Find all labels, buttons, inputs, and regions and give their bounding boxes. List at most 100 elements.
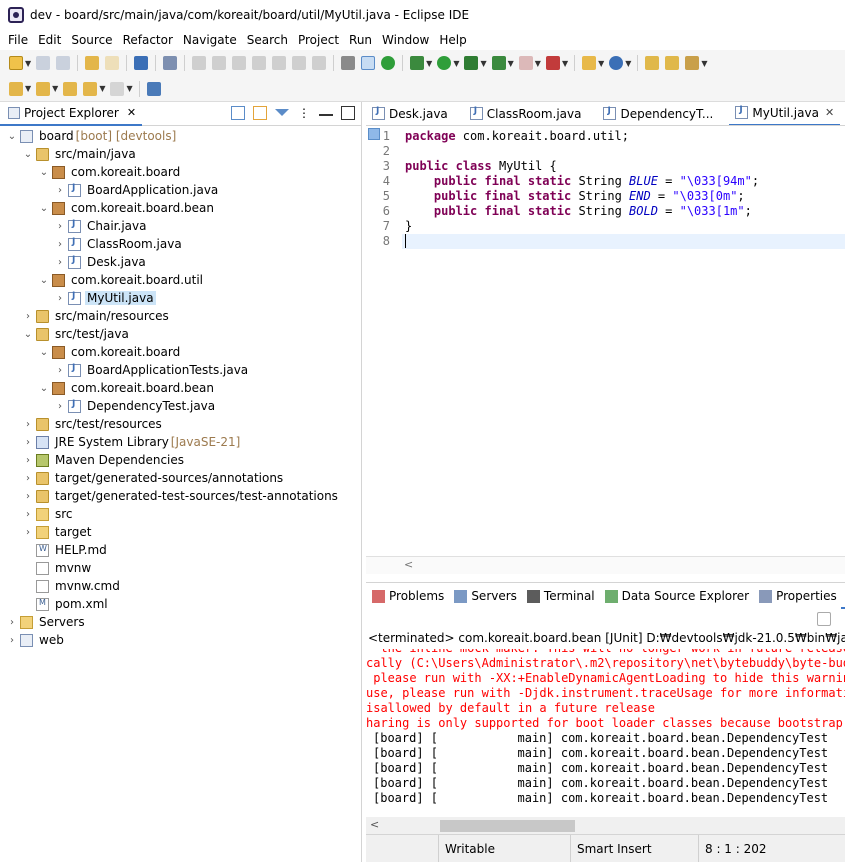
console-output[interactable]: - the inline mock maker. This will no lo… [366,649,845,819]
save-all-icon[interactable] [56,56,71,70]
minimize-icon[interactable] [319,106,333,116]
run-dropdown-icon[interactable]: ▼ [453,59,459,68]
menu-project[interactable]: Project [293,33,344,47]
chevron-down-icon[interactable]: ⌄ [38,383,50,394]
scroll-left-icon[interactable]: < [404,558,413,571]
chevron-down-icon[interactable]: ⌄ [38,275,50,286]
tree-item[interactable]: › Maven Dependencies [0,451,361,469]
code-line[interactable]: public final static String END = "\033[0… [405,189,745,204]
view-menu-icon[interactable]: ⋮ [297,106,311,120]
chevron-right-icon[interactable]: › [22,455,34,466]
menu-edit[interactable]: Edit [33,33,66,47]
debug-icon[interactable] [410,56,425,70]
chevron-right-icon[interactable]: › [54,185,66,196]
chevron-right-icon[interactable]: › [22,509,34,520]
run-last-tool-icon[interactable] [491,56,506,70]
step-into-icon[interactable] [272,56,287,70]
forward-icon[interactable] [110,81,125,96]
last-edit-location-icon[interactable] [63,81,78,96]
filter-icon[interactable] [275,109,289,116]
tree-item[interactable]: ⌄ src/main/java [0,145,361,163]
code-line[interactable]: public final static String BOLD = "\033[… [405,204,752,219]
redo-icon[interactable] [105,56,120,70]
mark-occurrences-icon[interactable] [361,56,376,70]
tree-item[interactable]: › BoardApplicationTests.java [0,361,361,379]
undo-icon[interactable] [85,56,100,70]
tree-item[interactable]: › DependencyTest.java [0,397,361,415]
menu-run[interactable]: Run [344,33,377,47]
editor-horizontal-scrollbar[interactable]: < [366,556,845,574]
tree-item[interactable]: HELP.md [0,541,361,559]
chevron-right-icon[interactable]: › [6,617,18,628]
new-java-project-icon[interactable] [582,56,597,70]
tree-item[interactable]: › Servers [0,613,361,631]
chevron-right-icon[interactable]: › [6,635,18,646]
code-line[interactable]: package com.koreait.board.util; [405,129,629,144]
menu-file[interactable]: File [3,33,33,47]
console-horizontal-scrollbar[interactable]: < [366,817,845,835]
menu-search[interactable]: Search [242,33,293,47]
editor-tab[interactable]: MyUtil.java ✕ [729,102,841,125]
spring-boot-icon[interactable] [381,56,396,70]
chevron-right-icon[interactable]: › [22,437,34,448]
external-tools-icon[interactable] [545,56,560,70]
annotation-next-dropdown-icon[interactable]: ▼ [25,84,31,93]
suspend-icon[interactable] [212,56,227,70]
maximize-icon[interactable] [341,106,355,120]
run-last-tool-dropdown-icon[interactable]: ▼ [508,59,514,68]
terminal-icon[interactable] [134,56,149,70]
close-icon[interactable]: ✕ [127,106,136,119]
pin-editor-icon[interactable] [146,81,161,96]
tree-item[interactable]: mvnw.cmd [0,577,361,595]
coverage-dropdown-icon[interactable]: ▼ [480,59,486,68]
tree-item[interactable]: ⌄ com.koreait.board.util [0,271,361,289]
toggle-whitespace-icon[interactable] [341,56,356,70]
open-type-icon[interactable] [645,56,660,70]
chevron-down-icon[interactable]: ⌄ [38,167,50,178]
tree-item[interactable]: › target/generated-sources/annotations [0,469,361,487]
stop-icon[interactable] [518,56,533,70]
search-icon[interactable] [685,56,700,70]
close-icon[interactable]: ✕ [825,106,834,119]
tree-item[interactable]: ⌄ board [boot] [devtools] [0,127,361,145]
console-tab[interactable]: Data Source Explorer [599,583,753,609]
tree-item[interactable]: › Chair.java [0,217,361,235]
chevron-right-icon[interactable]: › [22,419,34,430]
menu-window[interactable]: Window [377,33,434,47]
tree-item[interactable]: ⌄ com.koreait.board.bean [0,379,361,397]
tree-item[interactable]: › src/test/resources [0,415,361,433]
tree-item[interactable]: › src/main/resources [0,307,361,325]
chevron-right-icon[interactable]: › [54,239,66,250]
code-line[interactable]: public final static String BLUE = "\033[… [405,174,759,189]
tree-item[interactable]: mvnw [0,559,361,577]
chevron-right-icon[interactable]: › [22,473,34,484]
chevron-right-icon[interactable]: › [22,491,34,502]
step-over-icon[interactable] [292,56,307,70]
step-return-icon[interactable] [312,56,327,70]
external-tools-dropdown-icon[interactable]: ▼ [562,59,568,68]
tree-item[interactable]: › src [0,505,361,523]
chevron-right-icon[interactable]: › [54,257,66,268]
open-task-icon[interactable] [665,56,680,70]
tree-item[interactable]: pom.xml [0,595,361,613]
new-dropdown-icon[interactable]: ▼ [25,59,31,68]
resume-icon[interactable] [192,56,207,70]
tree-item[interactable]: ⌄ com.koreait.board [0,343,361,361]
search-dropdown-icon[interactable]: ▼ [701,59,707,68]
code-line[interactable] [402,234,845,249]
console-tab[interactable]: Problems [366,583,448,609]
tree-item[interactable]: › MyUtil.java [0,289,361,307]
collapse-all-icon[interactable] [231,106,245,120]
tree-item[interactable]: ⌄ com.koreait.board [0,163,361,181]
menu-help[interactable]: Help [434,33,471,47]
new-java-class-icon[interactable] [609,56,624,70]
back-dropdown-icon[interactable]: ▼ [99,84,105,93]
console-action-icon[interactable] [817,612,831,626]
terminate-icon[interactable] [232,56,247,70]
editor-tab[interactable]: ClassRoom.java [464,102,588,125]
stop-dropdown-icon[interactable]: ▼ [535,59,541,68]
chevron-down-icon[interactable]: ⌄ [38,203,50,214]
chevron-down-icon[interactable]: ⌄ [6,131,18,142]
menu-navigate[interactable]: Navigate [178,33,242,47]
tree-item[interactable]: › BoardApplication.java [0,181,361,199]
